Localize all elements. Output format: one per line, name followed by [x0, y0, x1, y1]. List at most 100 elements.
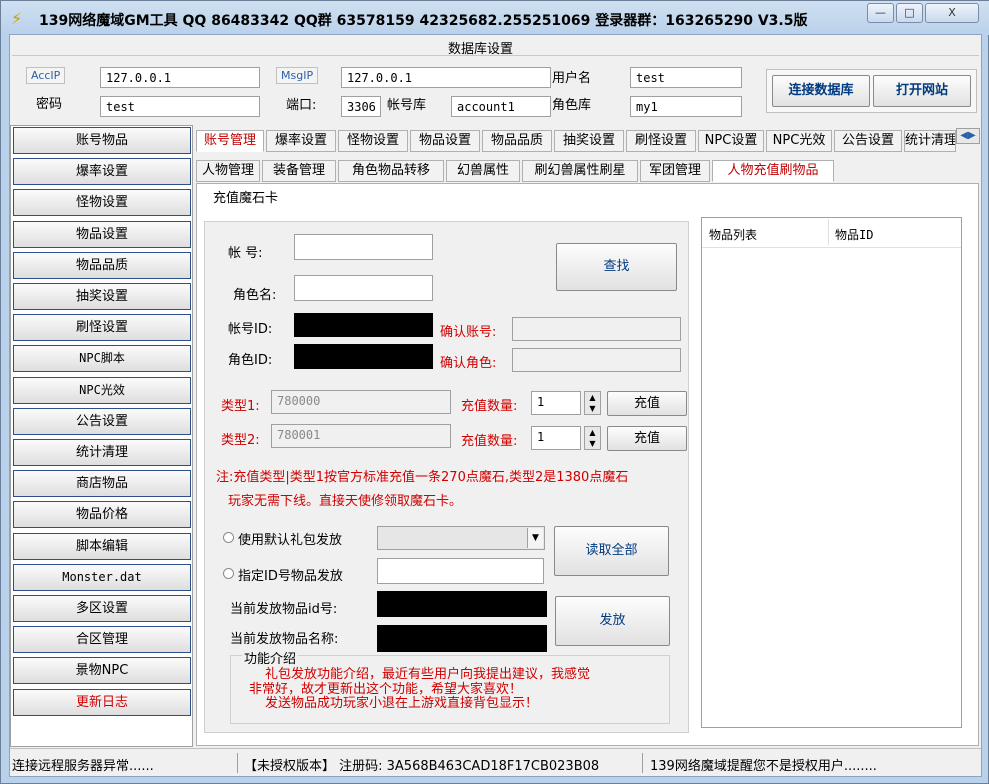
search-button[interactable]: 查找 [556, 243, 677, 291]
column-item-id[interactable]: 物品ID [835, 226, 873, 243]
window-title: 139网络魔域GM工具 QQ 86483342 QQ群 63578159 423… [39, 13, 808, 29]
chevron-down-icon[interactable]: ▼ [527, 528, 543, 548]
tab-top-6[interactable]: 刷怪设置 [626, 130, 696, 152]
column-item-list[interactable]: 物品列表 [709, 226, 757, 243]
status-separator [237, 753, 238, 773]
sidebar-item-4[interactable]: 物品品质 [13, 251, 191, 279]
account-id-label: 帐号ID: [228, 322, 273, 337]
sidebar-item-17[interactable]: 景物NPC [13, 657, 191, 685]
sidebar-item-16[interactable]: 合区管理 [13, 626, 191, 654]
item-list[interactable] [701, 217, 962, 728]
type1-qty-input[interactable]: 1 [531, 391, 581, 415]
tab-top-0[interactable]: 账号管理 [196, 130, 264, 152]
status-warning: 139网络魔域提醒您不是授权用户........ [650, 759, 877, 774]
type2-qty-spinner-icon[interactable]: ▲ ▼ [584, 426, 601, 450]
pack-select[interactable] [377, 526, 545, 550]
sidebar-item-11[interactable]: 商店物品 [13, 470, 191, 498]
password-label: 密码 [36, 97, 63, 112]
tab-top-9[interactable]: 公告设置 [834, 130, 902, 152]
account-input[interactable] [294, 234, 433, 260]
radio-by-id-label: 指定ID号物品发放 [238, 569, 343, 584]
item-id-input[interactable] [377, 558, 544, 584]
tab-sub-2[interactable]: 角色物品转移 [338, 160, 444, 182]
current-id-label: 当前发放物品id号: [230, 602, 338, 617]
connect-db-button[interactable]: 连接数据库 [772, 75, 870, 107]
tab-top-7[interactable]: NPC设置 [698, 130, 764, 152]
tab-top-3[interactable]: 物品设置 [410, 130, 480, 152]
tab-top-8[interactable]: NPC光效 [766, 130, 832, 152]
role-name-label: 角色名: [233, 288, 277, 303]
account-db-label: 帐号库 [387, 98, 427, 113]
msg-ip-input[interactable]: 127.0.0.1 [341, 67, 551, 88]
minimize-button[interactable]: — [867, 3, 894, 23]
maximize-button[interactable]: □ [896, 3, 923, 23]
type1-label: 类型1: [221, 399, 260, 414]
sidebar-item-15[interactable]: 多区设置 [13, 595, 191, 622]
radio-by-id[interactable] [223, 568, 234, 579]
sidebar-item-12[interactable]: 物品价格 [13, 501, 191, 529]
confirm-role-input[interactable] [512, 348, 681, 372]
account-db-input[interactable]: account1 [451, 96, 551, 117]
role-db-input[interactable]: my1 [630, 96, 742, 117]
tab-top-5[interactable]: 抽奖设置 [554, 130, 624, 152]
close-button[interactable]: X [925, 3, 979, 23]
type2-qty-label: 充值数量: [461, 434, 518, 449]
type1-input[interactable]: 780000 [271, 390, 451, 414]
recharge2-button[interactable]: 充值 [607, 426, 687, 451]
tab-sub-1[interactable]: 装备管理 [262, 160, 336, 182]
sidebar-item-8[interactable]: NPC光效 [13, 376, 191, 404]
msg-ip-tag: MsgIP [276, 67, 319, 84]
note-line2: 玩家无需下线。直接天使修领取魔石卡。 [228, 494, 463, 509]
user-input[interactable]: test [630, 67, 742, 88]
status-bar: 连接远程服务器异常...... 【未授权版本】 注册码: 3A568B463CA… [10, 748, 981, 776]
confirm-account-input[interactable] [512, 317, 681, 341]
read-all-button[interactable]: 读取全部 [554, 526, 669, 576]
port-input[interactable]: 3306 [341, 96, 381, 117]
sidebar-item-14[interactable]: Monster.dat [13, 563, 191, 591]
sidebar-item-5[interactable]: 抽奖设置 [13, 283, 191, 310]
send-button[interactable]: 发放 [555, 596, 670, 646]
role-id-label: 角色ID: [228, 353, 273, 368]
tab-sub-6[interactable]: 人物充值刷物品 [712, 160, 834, 182]
sidebar-item-9[interactable]: 公告设置 [13, 407, 191, 435]
client-area: 数据库设置 AccIP 127.0.0.1 MsgIP 127.0.0.1 用户… [9, 34, 982, 777]
radio-default-pack-label: 使用默认礼包发放 [238, 533, 343, 548]
status-connection: 连接远程服务器异常...... [12, 759, 154, 774]
app-window: ⚡ 139网络魔域GM工具 QQ 86483342 QQ群 63578159 4… [0, 0, 989, 784]
tab-top-2[interactable]: 怪物设置 [338, 130, 408, 152]
type1-qty-label: 充值数量: [461, 399, 518, 414]
sidebar-item-13[interactable]: 脚本编辑 [13, 532, 191, 560]
confirm-role-label: 确认角色: [440, 356, 497, 371]
account-id-value [294, 313, 433, 337]
sidebar-item-18[interactable]: 更新日志 [13, 688, 191, 716]
sidebar-item-0[interactable]: 账号物品 [13, 127, 191, 154]
tab-top-1[interactable]: 爆率设置 [266, 130, 336, 152]
sidebar-item-1[interactable]: 爆率设置 [13, 158, 191, 186]
acc-ip-input[interactable]: 127.0.0.1 [100, 67, 260, 88]
role-db-label: 角色库 [552, 98, 592, 113]
password-input[interactable]: test [100, 96, 260, 117]
status-license: 【未授权版本】 注册码: 3A568B463CAD18F17CB023B08 [244, 759, 600, 774]
radio-default-pack[interactable] [223, 532, 234, 543]
type2-qty-input[interactable]: 1 [531, 426, 581, 450]
type2-input[interactable]: 780001 [271, 424, 451, 448]
sidebar-item-6[interactable]: 刷怪设置 [13, 314, 191, 342]
note-line1: 注:充值类型|类型1按官方标准充值一条270点魔石,类型2是1380点魔石 [216, 470, 629, 485]
sidebar-item-10[interactable]: 统计清理 [13, 439, 191, 466]
open-site-button[interactable]: 打开网站 [873, 75, 971, 107]
role-name-input[interactable] [294, 275, 433, 301]
tab-sub-0[interactable]: 人物管理 [196, 160, 260, 182]
type1-qty-spinner-icon[interactable]: ▲ ▼ [584, 391, 601, 415]
tab-scroll-arrows-icon[interactable]: ◀▶ [956, 128, 980, 144]
sidebar [10, 125, 193, 747]
tab-sub-4[interactable]: 刷幻兽属性刷星 [522, 160, 638, 182]
sidebar-item-2[interactable]: 怪物设置 [13, 189, 191, 217]
tab-top-4[interactable]: 物品品质 [482, 130, 552, 152]
recharge1-button[interactable]: 充值 [607, 391, 687, 416]
status-separator [642, 753, 643, 773]
sidebar-item-7[interactable]: NPC脚本 [13, 345, 191, 373]
sidebar-item-3[interactable]: 物品设置 [13, 220, 191, 248]
tab-top-10[interactable]: 统计清理 [904, 130, 956, 152]
tab-sub-3[interactable]: 幻兽属性 [446, 160, 520, 182]
tab-sub-5[interactable]: 军团管理 [640, 160, 710, 182]
